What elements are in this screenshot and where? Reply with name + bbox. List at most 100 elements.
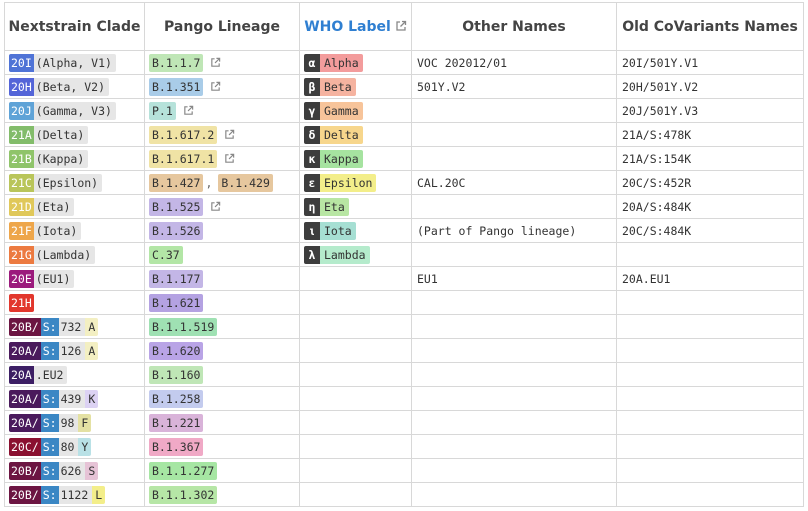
who-cell: [299, 314, 412, 339]
header-who-label[interactable]: WHO Label: [299, 2, 412, 51]
clade-mutation-chip: Y: [78, 437, 92, 456]
other-names-cell: [411, 194, 617, 219]
pango-lineage-tag[interactable]: B.1.620: [149, 341, 204, 360]
pango-cell-content: B.1.620: [146, 340, 299, 362]
table-row: 20B/S: 732 A B.1.1.519: [4, 314, 804, 339]
external-link-icon[interactable]: [395, 20, 407, 32]
clade-chip: S:: [40, 485, 59, 504]
old-covariants-text: 20I/501Y.V1: [622, 55, 699, 70]
pango-lineage-tag[interactable]: B.1.1.7: [149, 53, 204, 72]
old-covariants-cell: 20A/S:484K: [616, 194, 804, 219]
old-covariants-cell: [616, 290, 804, 315]
pango-lineage-tag[interactable]: B.1.177: [149, 269, 204, 288]
who-label-tag: λ Lambda: [304, 245, 370, 264]
other-names-cell: 501Y.V2: [411, 74, 617, 99]
old-covariants-text: 20H/501Y.V2: [622, 79, 699, 94]
clade-cell-content: 20J (Gamma, V3): [6, 100, 144, 122]
pango-lineage-tag[interactable]: B.1.1.302: [149, 485, 218, 504]
header-other-names: Other Names: [411, 2, 617, 51]
pango-cell-content: B.1.1.302: [146, 484, 299, 506]
clade-cell: 20B/S: 732 A: [4, 314, 145, 339]
old-covariants-cell: [616, 386, 804, 411]
pango-lineage-tag[interactable]: B.1.258: [149, 389, 204, 408]
who-name: Delta: [320, 125, 363, 144]
old-covariants-text: 20C/S:484K: [622, 223, 692, 238]
external-link-icon[interactable]: [210, 201, 221, 212]
who-greek-letter: α: [304, 53, 320, 72]
clade-label: 626: [58, 461, 86, 480]
pango-lineage-tag[interactable]: B.1.427: [149, 173, 204, 192]
clade-label: 126: [58, 341, 86, 360]
external-link-icon[interactable]: [210, 57, 221, 68]
pango-lineage-tag[interactable]: B.1.621: [149, 293, 204, 312]
other-names-cell: [411, 434, 617, 459]
pango-lineage-tag[interactable]: B.1.367: [149, 437, 204, 456]
who-cell-content: [301, 388, 411, 410]
old-covariants-cell: [616, 338, 804, 363]
who-cell-content: λ Lambda: [301, 244, 411, 266]
external-link-icon[interactable]: [183, 105, 194, 116]
clade-chip: 21B: [9, 149, 34, 168]
other-names-cell: CAL.20C: [411, 170, 617, 195]
other-names-cell: [411, 362, 617, 387]
pango-lineage-tag[interactable]: B.1.1.519: [149, 317, 218, 336]
pango-lineage-tag[interactable]: B.1.617.1: [149, 149, 218, 168]
who-greek-letter: η: [304, 197, 320, 216]
clade-tag: 20A/S: 98 F: [9, 413, 92, 432]
clade-chip: S:: [40, 461, 59, 480]
pango-lineage-tag[interactable]: B.1.526: [149, 221, 204, 240]
clade-tag: 20A/S: 126 A: [9, 341, 99, 360]
other-names-cell: EU1: [411, 266, 617, 291]
clade-cell-content: 21A (Delta): [6, 124, 144, 146]
old-covariants-text: [618, 340, 803, 362]
old-covariants-text: [618, 436, 803, 458]
other-names-cell: [411, 98, 617, 123]
other-names-cell: [411, 482, 617, 507]
clade-cell-content: 20C/S: 80 Y: [6, 436, 144, 458]
who-name: Eta: [320, 197, 349, 216]
clade-chip: 20A: [9, 365, 34, 384]
old-covariants-text: [618, 412, 803, 434]
who-cell: δ Delta: [299, 122, 412, 147]
pango-lineage-tag[interactable]: B.1.351: [149, 77, 204, 96]
pango-lineage-tag[interactable]: B.1.160: [149, 365, 204, 384]
pango-cell: B.1.221: [144, 410, 300, 435]
old-covariants-text: 20J/501Y.V3: [622, 103, 699, 118]
clade-label: (Delta): [33, 125, 89, 144]
external-link-icon[interactable]: [210, 81, 221, 92]
clade-tag: 21B (Kappa): [9, 149, 89, 168]
clade-cell: 21C (Epsilon): [4, 170, 145, 195]
header-nextstrain-clade: Nextstrain Clade: [4, 2, 145, 51]
header-who-label-text[interactable]: WHO Label: [304, 19, 391, 35]
pango-lineage-tag[interactable]: B.1.617.2: [149, 125, 218, 144]
clade-mutation-chip: A: [85, 341, 99, 360]
clade-chip: 21A: [9, 125, 34, 144]
table-row: 20C/S: 80 Y B.1.367: [4, 434, 804, 459]
external-link-icon[interactable]: [224, 129, 235, 140]
pango-lineage-tag[interactable]: B.1.221: [149, 413, 204, 432]
table-row: 20H (Beta, V2) B.1.351 β Beta 501Y.V2 20H/501Y…: [4, 74, 804, 99]
clade-label: (Lambda): [33, 245, 96, 264]
pango-cell: B.1.160: [144, 362, 300, 387]
clade-cell: 21F (Iota): [4, 218, 145, 243]
pango-lineage-tag[interactable]: B.1.525: [149, 197, 204, 216]
old-covariants-cell: 20C/S:452R: [616, 170, 804, 195]
other-names-text: [413, 196, 616, 218]
who-cell-content: δ Delta: [301, 124, 411, 146]
other-names-cell: [411, 338, 617, 363]
table-body: 20I (Alpha, V1) B.1.1.7 α Alpha VOC 202012/01…: [4, 50, 804, 507]
pango-cell: C.37: [144, 242, 300, 267]
clade-cell: 21H: [4, 290, 145, 315]
other-names-cell: [411, 122, 617, 147]
pango-lineage-tag[interactable]: C.37: [149, 245, 183, 264]
pango-cell: B.1.427, B.1.429: [144, 170, 300, 195]
clade-tag: 20I (Alpha, V1): [9, 53, 116, 72]
pango-cell: B.1.1.302: [144, 482, 300, 507]
clade-label: (Alpha, V1): [33, 53, 116, 72]
pango-lineage-tag[interactable]: P.1: [149, 101, 176, 120]
old-covariants-text: [618, 244, 803, 266]
pango-lineage-tag[interactable]: B.1.1.277: [149, 461, 218, 480]
header-pango-lineage: Pango Lineage: [144, 2, 300, 51]
external-link-icon[interactable]: [224, 153, 235, 164]
pango-lineage-tag[interactable]: B.1.429: [218, 173, 273, 192]
